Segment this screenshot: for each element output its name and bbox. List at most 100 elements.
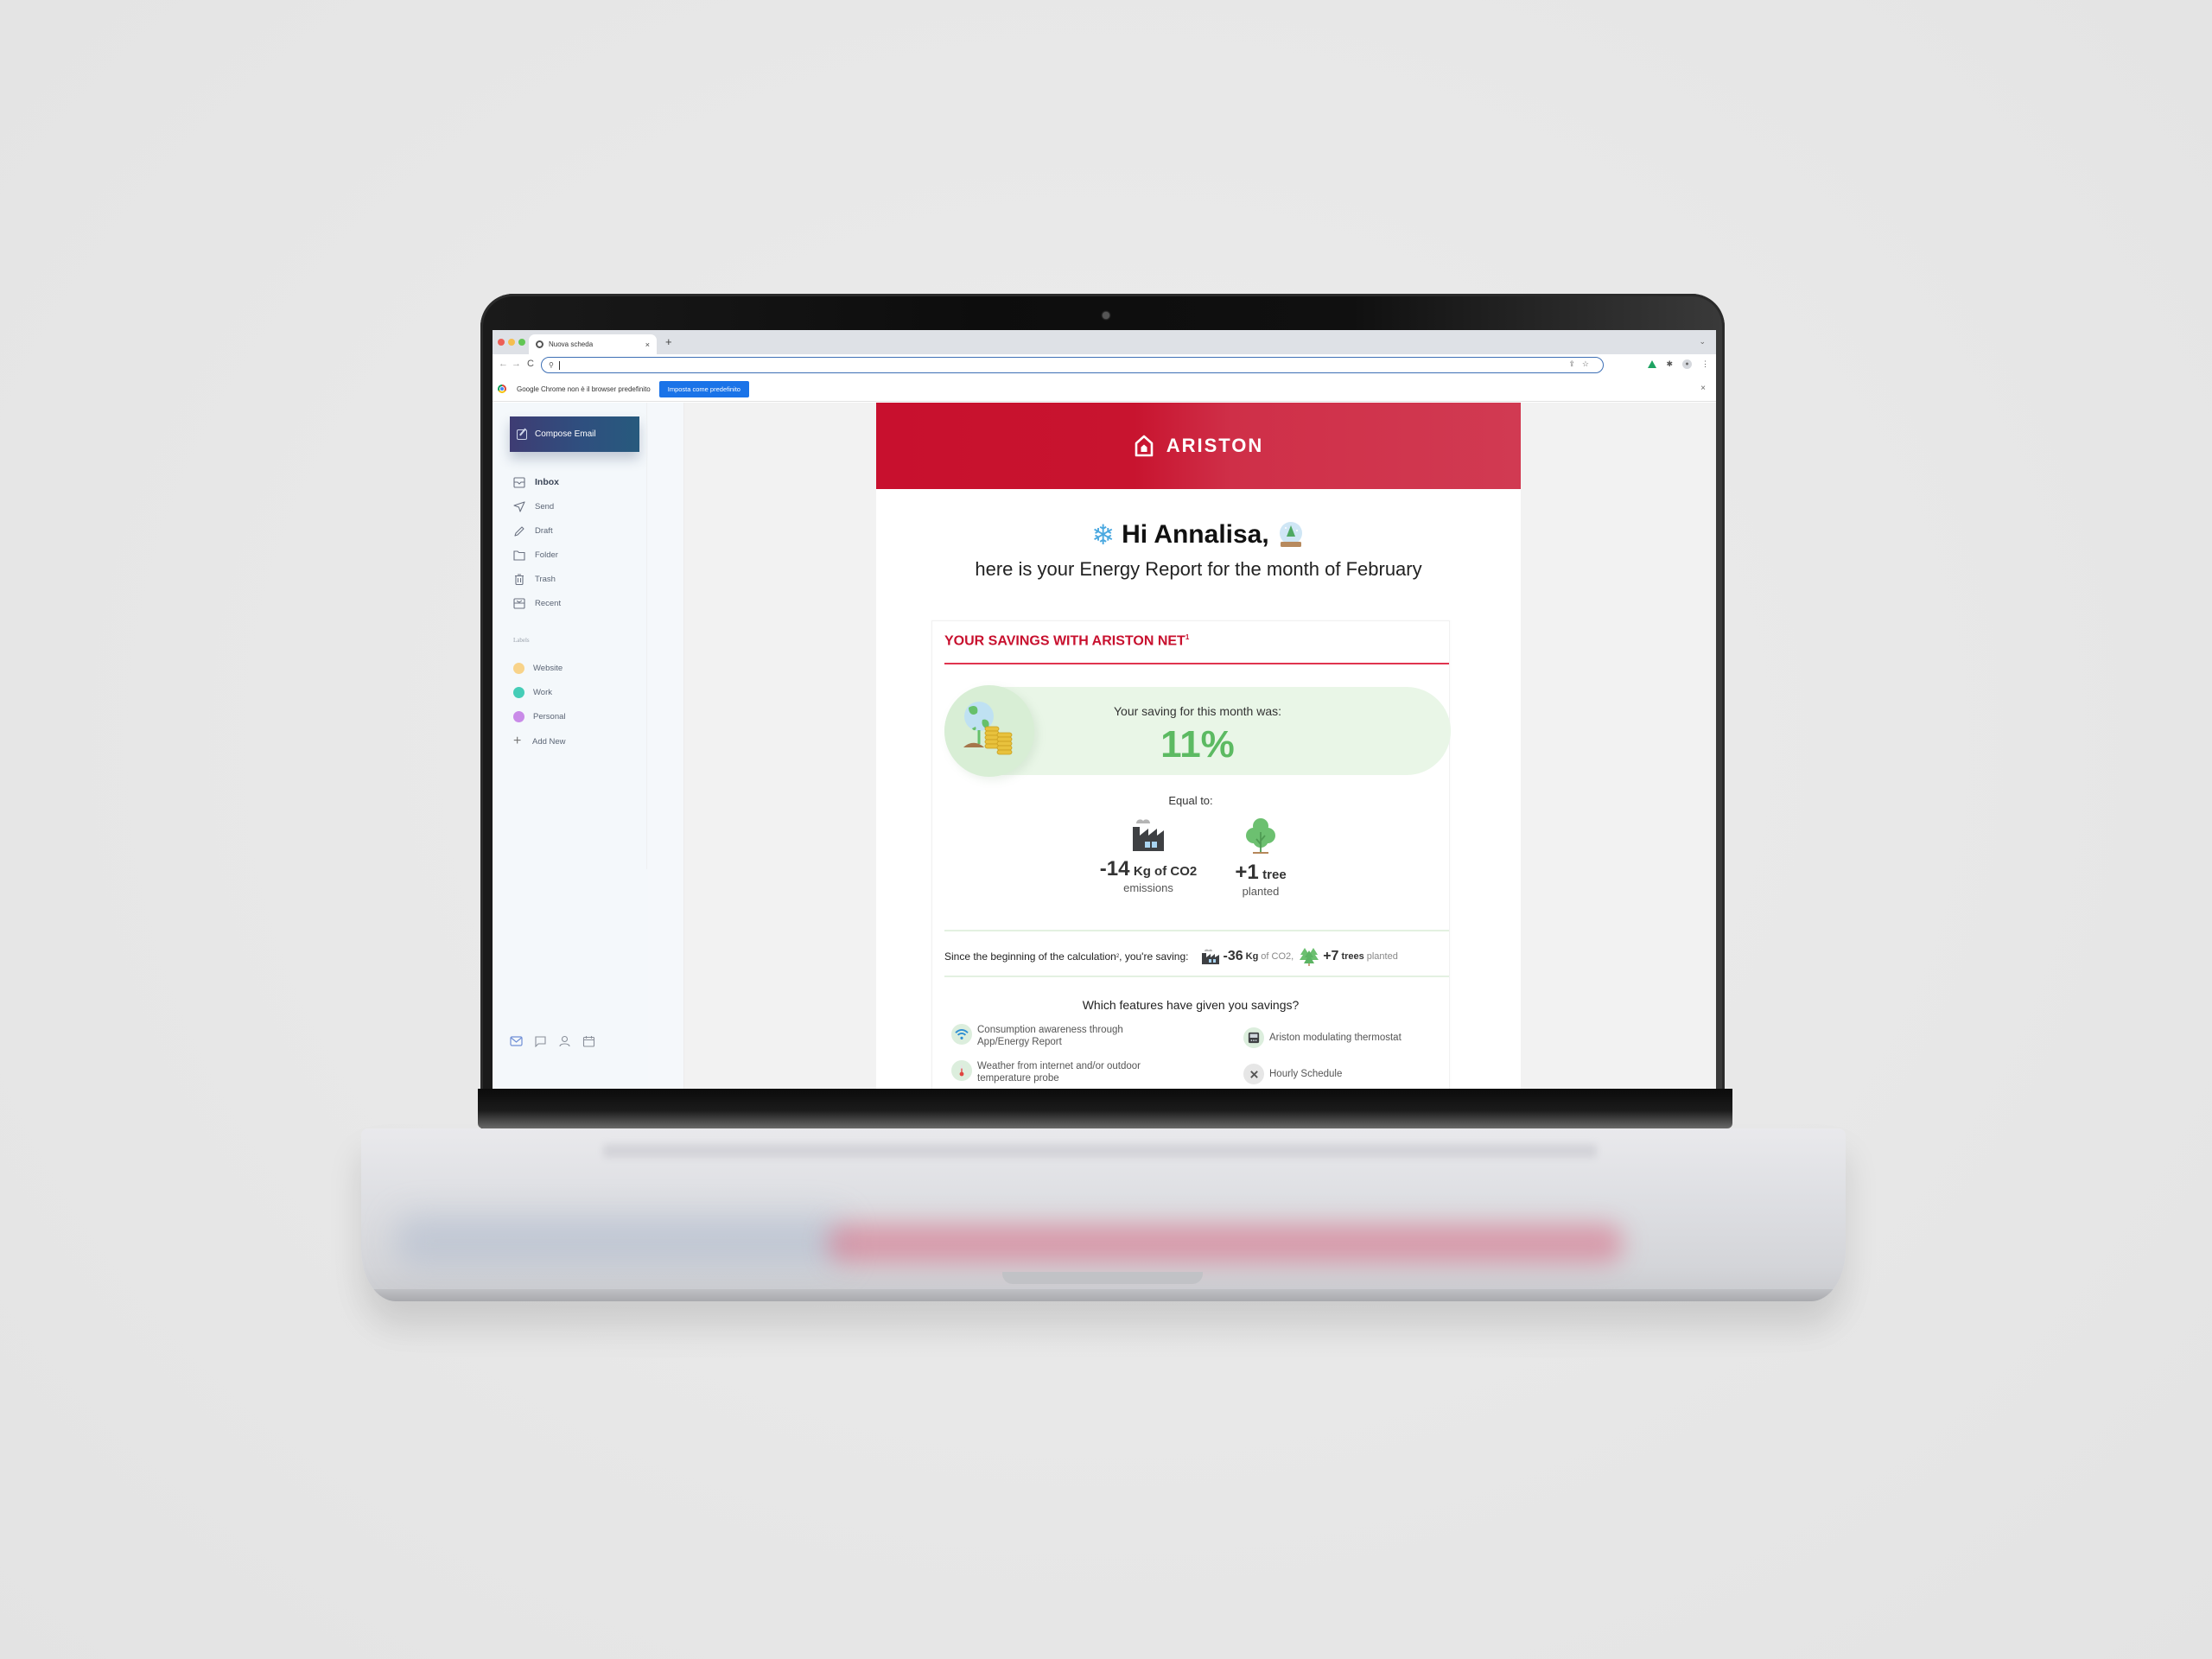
factory-icon — [1133, 819, 1164, 851]
tree-unit: tree — [1262, 868, 1287, 882]
google-drive-icon[interactable] — [1648, 360, 1657, 368]
ariston-logo: ARISTON — [1134, 435, 1264, 457]
label-text: Personal — [533, 711, 566, 721]
mail-app: Compose Email Inbox Send Draft Folder Tr… — [493, 403, 1716, 1089]
browser-menu-icon[interactable]: ⋮ — [1701, 359, 1709, 369]
laptop-lid-bezel-bottom — [478, 1089, 1732, 1128]
share-bookmark-icons[interactable]: ⇪☆ — [1568, 359, 1596, 369]
greeting-text: Hi Annalisa, — [1122, 520, 1269, 549]
sidebar-item-label: Recent — [535, 598, 562, 608]
saving-label: Your saving for this month was: — [1113, 704, 1282, 718]
since-label: Since the beginning of the calculation — [944, 950, 1116, 963]
greeting-heading: ❄ Hi Annalisa, — [876, 518, 1521, 551]
feature-label: Weather from internet and/or outdoor tem… — [977, 1061, 1141, 1084]
profile-avatar-icon[interactable]: ● — [1682, 359, 1692, 369]
tab-close-icon[interactable]: × — [645, 340, 650, 349]
label-text: Work — [533, 687, 552, 697]
since-tree-tail: planted — [1366, 951, 1398, 962]
brand-name: ARISTON — [1166, 435, 1264, 456]
footnote-marker: 1 — [1185, 633, 1190, 641]
tab-search-chevron-icon[interactable]: ⌄ — [1699, 337, 1706, 346]
browser-toolbar: ← → C ⚲ ⇪☆ ✱ ● ⋮ — [493, 354, 1716, 377]
screen-reflection-left — [396, 1215, 845, 1267]
search-icon: ⚲ — [549, 361, 554, 369]
savings-title: YOUR SAVINGS WITH ARISTON NET1 — [944, 633, 1189, 649]
sidebar-item-inbox[interactable]: Inbox — [513, 470, 561, 494]
sidebar-item-label: Trash — [535, 574, 556, 584]
feature-label: Hourly Schedule — [1269, 1069, 1343, 1079]
forward-button[interactable]: → — [512, 359, 521, 369]
compose-label: Compose Email — [535, 429, 596, 439]
since-co2-value: -36 — [1223, 949, 1243, 963]
features-title: Which features have given you savings? — [1082, 998, 1300, 1012]
sidebar-item-draft[interactable]: Draft — [513, 518, 561, 543]
report-subtitle: here is your Energy Report for the month… — [975, 558, 1422, 580]
label-color-dot — [513, 662, 524, 674]
saving-percentage: 11% — [1160, 723, 1235, 766]
recent-icon — [513, 597, 525, 609]
trackpad-notch — [1002, 1272, 1203, 1284]
infobar-close-icon[interactable]: × — [1700, 384, 1706, 393]
add-new-label-button[interactable]: + Add New — [513, 728, 566, 754]
feature-label: Consumption awareness through App/Energy… — [977, 1025, 1123, 1048]
label-website[interactable]: Website — [513, 656, 566, 680]
sidebar-item-send[interactable]: Send — [513, 494, 561, 518]
plus-icon: + — [513, 734, 522, 748]
feature-weather: Weather from internet and/or outdoor tem… — [951, 1060, 1159, 1085]
feature-hourly-schedule: Hourly Schedule — [1243, 1064, 1416, 1084]
ariston-house-icon — [1135, 435, 1153, 457]
window-minimize-button[interactable] — [508, 339, 515, 346]
browser-tab[interactable]: Nuova scheda × — [529, 334, 657, 354]
co2-equivalent: -14 Kg of CO2 emissions — [1088, 817, 1209, 894]
since-co2-unit: Kg — [1245, 951, 1259, 962]
label-work[interactable]: Work — [513, 680, 566, 704]
equal-to-label: Equal to: — [1168, 794, 1213, 807]
feature-label: Ariston modulating thermostat — [1269, 1033, 1402, 1043]
compose-email-button[interactable]: Compose Email — [510, 416, 639, 452]
mail-icon[interactable] — [510, 1035, 523, 1052]
window-maximize-button[interactable] — [518, 339, 525, 346]
screen: Nuova scheda × + ⌄ ← → C ⚲ ⇪☆ ✱ ● ⋮ Goog… — [493, 330, 1716, 1089]
sidebar-divider — [646, 403, 647, 869]
back-button[interactable]: ← — [499, 359, 508, 369]
co2-value: -14 — [1099, 857, 1130, 880]
monthly-saving-banner: Your saving for this month was: 11% — [944, 685, 1451, 777]
label-text: Website — [533, 663, 563, 673]
new-tab-button[interactable]: + — [665, 335, 672, 348]
since-tree-value: +7 — [1323, 949, 1339, 963]
compose-icon — [517, 429, 527, 440]
sidebar-item-trash[interactable]: Trash — [513, 567, 561, 591]
address-bar[interactable]: ⚲ ⇪☆ — [541, 357, 1604, 373]
thermometer-icon — [951, 1060, 972, 1081]
tree-sub: planted — [1242, 885, 1280, 898]
chat-icon[interactable] — [534, 1035, 547, 1052]
co2-sub: emissions — [1123, 881, 1173, 894]
contacts-icon[interactable] — [558, 1035, 571, 1052]
sidebar-item-label: Draft — [535, 525, 553, 536]
reload-button[interactable]: C — [527, 359, 534, 369]
tab-title: Nuova scheda — [549, 340, 594, 348]
sidebar-footer — [510, 1035, 595, 1052]
calendar-icon[interactable] — [582, 1035, 595, 1052]
laptop-base-edge — [361, 1289, 1846, 1301]
extensions-puzzle-icon[interactable]: ✱ — [1666, 359, 1673, 369]
labels-heading: Labels — [513, 637, 530, 644]
webcam — [1103, 312, 1109, 319]
sidebar-nav: Inbox Send Draft Folder Trash Recent — [513, 470, 561, 615]
since-co2-tail: of CO2, — [1261, 951, 1294, 962]
savings-title-text: YOUR SAVINGS WITH ARISTON NET — [944, 633, 1185, 649]
savings-card: YOUR SAVINGS WITH ARISTON NET1 Your savi… — [931, 620, 1451, 1089]
email-body: ARISTON ❄ Hi Annalisa, here is your Ener… — [876, 403, 1521, 1089]
window-close-button[interactable] — [498, 339, 505, 346]
label-personal[interactable]: Personal — [513, 704, 566, 728]
sidebar-item-recent[interactable]: Recent — [513, 591, 561, 615]
set-default-button[interactable]: Imposta come predefinito — [658, 380, 749, 397]
sidebar: Compose Email Inbox Send Draft Folder Tr… — [493, 403, 648, 1089]
label-color-dot — [513, 686, 524, 698]
sidebar-item-folder[interactable]: Folder — [513, 543, 561, 567]
default-browser-infobar: Google Chrome non è il browser predefini… — [493, 377, 1716, 402]
browser-tab-bar: Nuova scheda × + ⌄ — [493, 330, 1716, 354]
trees-icon — [1300, 948, 1319, 966]
title-divider — [944, 663, 1449, 664]
labels-list: Website Work Personal + Add New — [513, 656, 566, 754]
